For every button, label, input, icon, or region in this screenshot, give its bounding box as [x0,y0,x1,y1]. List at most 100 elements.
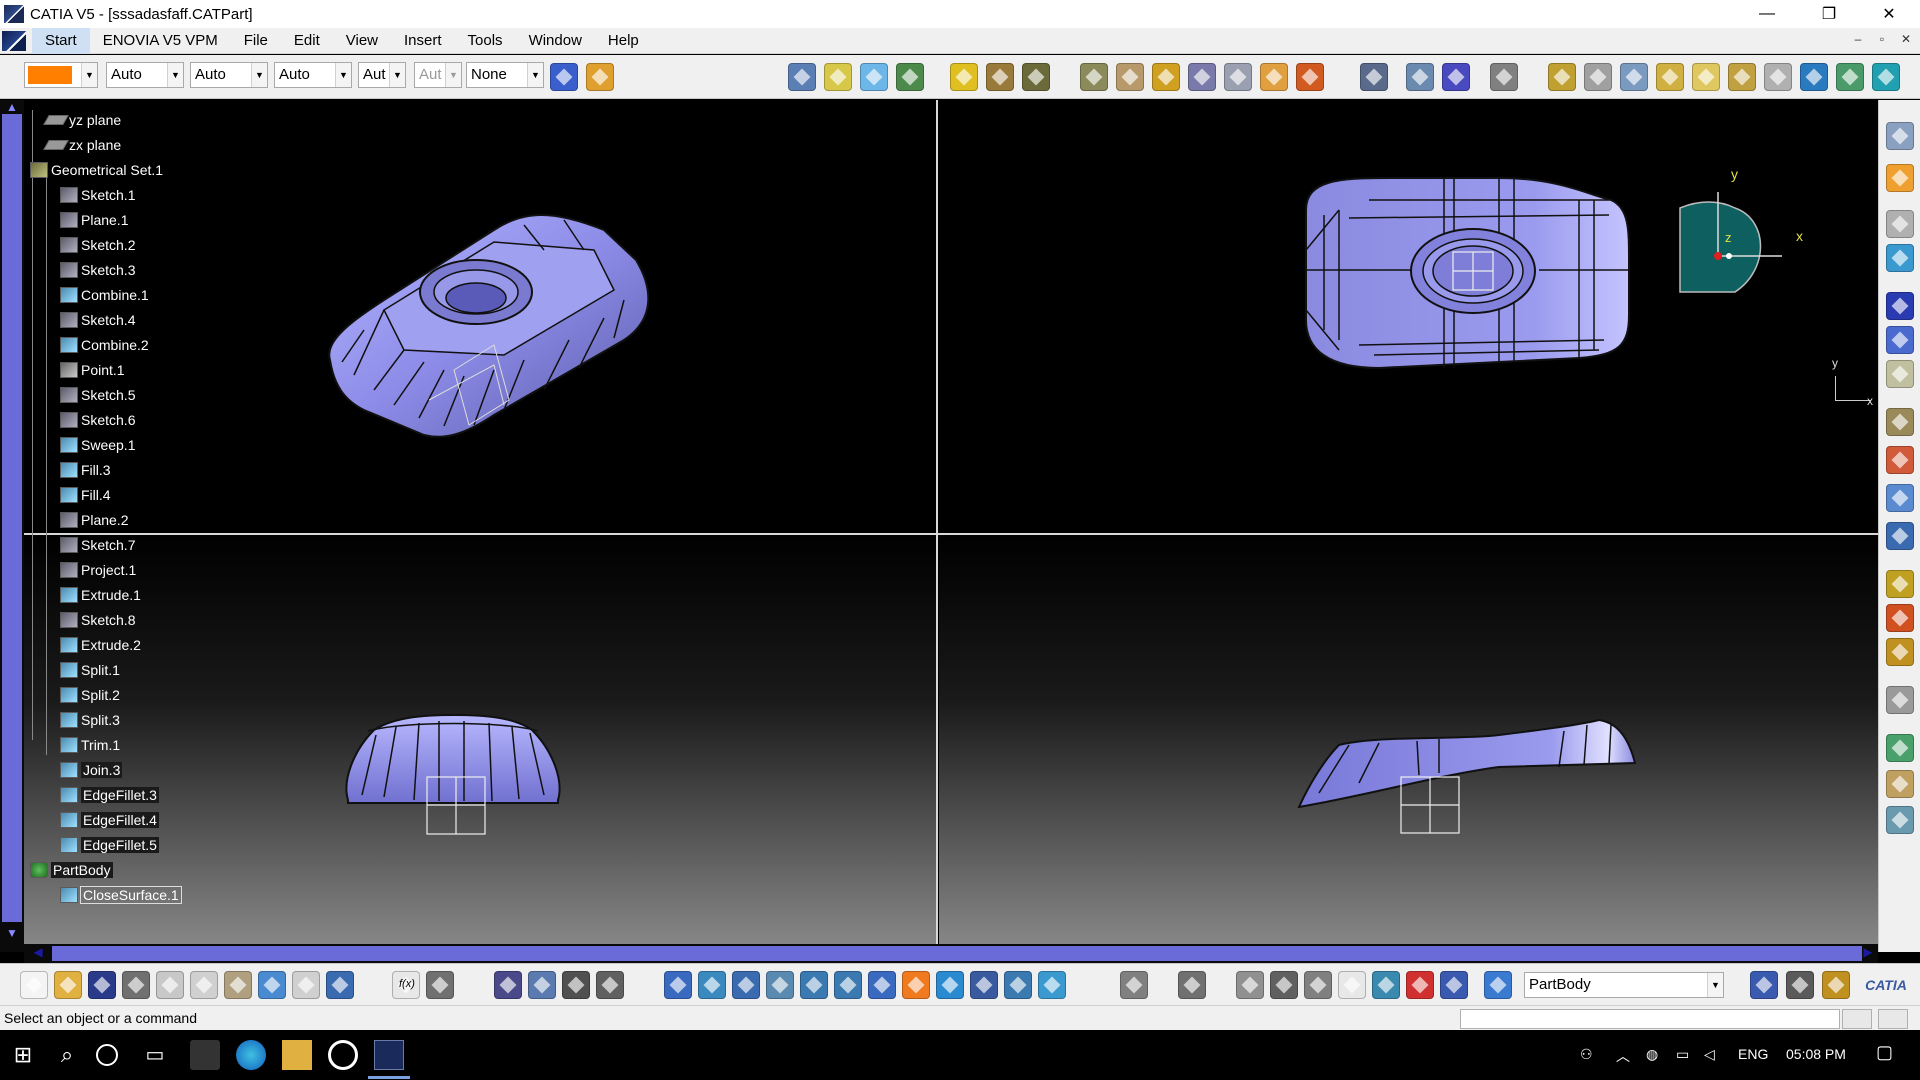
command-input[interactable] [1460,1009,1840,1029]
transparency-combo[interactable]: Auto ▼ [106,62,184,88]
remove-icon[interactable] [1886,446,1914,474]
painter-icon[interactable] [550,63,578,91]
iso-view-icon[interactable] [936,971,964,999]
hide-show-icon[interactable] [1004,971,1032,999]
notepad-icon[interactable] [190,1040,220,1070]
assemble-icon[interactable] [1886,522,1914,550]
scale-icon[interactable] [1338,971,1366,999]
edge-fillet-icon[interactable] [1080,63,1108,91]
capture-icon[interactable] [1120,971,1148,999]
join-icon[interactable] [950,63,978,91]
rib-icon[interactable] [1800,63,1828,91]
mdi-minimize-button[interactable]: – [1850,32,1866,48]
menu-view[interactable]: View [333,28,391,54]
plane-surface-icon[interactable] [1886,360,1914,388]
tree-node[interactable]: Split.2 [60,685,120,705]
slot-icon[interactable] [1836,63,1864,91]
measure-icon[interactable] [1360,63,1388,91]
scaling-icon[interactable] [1260,63,1288,91]
tree-node[interactable]: Sketch.5 [60,385,135,405]
edge-browser-icon[interactable] [236,1040,266,1070]
swap-visible-icon[interactable] [1038,971,1066,999]
split-icon[interactable] [986,63,1014,91]
layer-icon[interactable] [1440,971,1468,999]
tree-node[interactable]: Sketch.7 [60,535,135,555]
compass-reset-icon[interactable] [1178,971,1206,999]
tree-node[interactable]: Sweep.1 [60,435,135,455]
tree-node[interactable]: Trim.1 [60,735,120,755]
affinity-icon[interactable] [1296,63,1324,91]
tree-node[interactable]: Extrude.1 [60,585,141,605]
new-file-icon[interactable] [20,971,48,999]
zoom-in-icon[interactable] [800,971,828,999]
status-button-1[interactable] [1842,1009,1872,1029]
fit-all-icon[interactable] [698,971,726,999]
tree-node[interactable]: CloseSurface.1 [60,885,182,905]
constraint-icon[interactable] [1406,971,1434,999]
battery-icon[interactable]: ▭ [1676,1046,1689,1063]
notification-icon[interactable]: ▢ [1876,1042,1893,1063]
menu-insert[interactable]: Insert [391,28,455,54]
print-icon[interactable] [122,971,150,999]
windows-start-icon[interactable]: ⊞ [8,1040,38,1070]
minimize-button[interactable]: — [1744,0,1790,28]
line-thickness-combo[interactable]: Auto ▼ [190,62,268,88]
select-arrow-icon[interactable] [1886,164,1914,192]
undo-icon[interactable] [258,971,286,999]
scroll-down-icon[interactable]: ▼ [2,926,22,940]
tree-node[interactable]: EdgeFillet.4 [60,810,159,830]
paste-icon[interactable] [224,971,252,999]
grid-icon[interactable] [1442,63,1470,91]
tree-node[interactable]: Sketch.8 [60,610,135,630]
symmetry-icon[interactable] [1224,63,1252,91]
scroll-left-icon[interactable]: ◀ [30,945,46,961]
user-feature-icon[interactable] [562,971,590,999]
tree-node[interactable]: Combine.1 [60,285,149,305]
network-icon[interactable]: ◍ [1646,1046,1658,1063]
sketcher-icon[interactable] [1548,63,1576,91]
sketch-tool-icon[interactable] [1886,122,1914,150]
file-explorer-icon[interactable] [282,1040,312,1070]
swap-icon[interactable] [1490,63,1518,91]
comment-icon[interactable] [426,971,454,999]
tree-node[interactable]: Point.1 [60,360,125,380]
pocket-icon[interactable] [1656,63,1684,91]
tree-node[interactable]: Sketch.1 [60,185,135,205]
table-icon[interactable] [1886,806,1914,834]
tree-node[interactable]: Join.3 [60,760,123,780]
manipulation-icon[interactable] [1270,971,1298,999]
mdi-close-button[interactable]: ✕ [1898,32,1914,48]
close-button[interactable]: ✕ [1866,0,1912,28]
tree-node[interactable]: Plane.1 [60,210,128,230]
clock[interactable]: 05:08 PM [1786,1046,1846,1062]
point-type-combo[interactable]: Aut ▼ [358,62,406,88]
normal-view-icon[interactable] [868,971,896,999]
hole-icon[interactable] [1764,63,1792,91]
design-table-icon[interactable] [494,971,522,999]
tree-node[interactable]: Plane.2 [60,510,128,530]
point-tool-icon[interactable] [1886,292,1914,320]
open-folder-icon[interactable] [54,971,82,999]
cut-icon[interactable] [156,971,184,999]
tree-vertical-scrollbar[interactable]: ▲ ▼ [0,100,24,952]
shading-icon[interactable] [970,971,998,999]
groove-icon[interactable] [1728,63,1756,91]
translate-icon[interactable] [1152,63,1180,91]
tree-node[interactable]: Fill.3 [60,460,111,480]
tree-expand-icon[interactable] [596,971,624,999]
document-icon[interactable] [2,30,26,51]
cortana-icon[interactable] [96,1044,118,1066]
line-tool-icon[interactable] [1886,326,1914,354]
tree-node[interactable]: yz plane [43,110,121,130]
plane-tool-icon[interactable] [1886,244,1914,272]
tray-expand-icon[interactable]: ︿ [1616,1046,1630,1066]
catia-taskbar-icon[interactable] [374,1040,404,1070]
menu-window[interactable]: Window [516,28,595,54]
language-indicator[interactable]: ENG [1738,1046,1768,1062]
restore-button[interactable]: ❐ [1806,0,1852,28]
tree-node[interactable]: PartBody [30,860,113,880]
menu-help[interactable]: Help [595,28,652,54]
redo-icon[interactable] [292,971,320,999]
chamfer-icon[interactable] [1116,63,1144,91]
viewport-top[interactable]: y x z y x [939,100,1878,533]
